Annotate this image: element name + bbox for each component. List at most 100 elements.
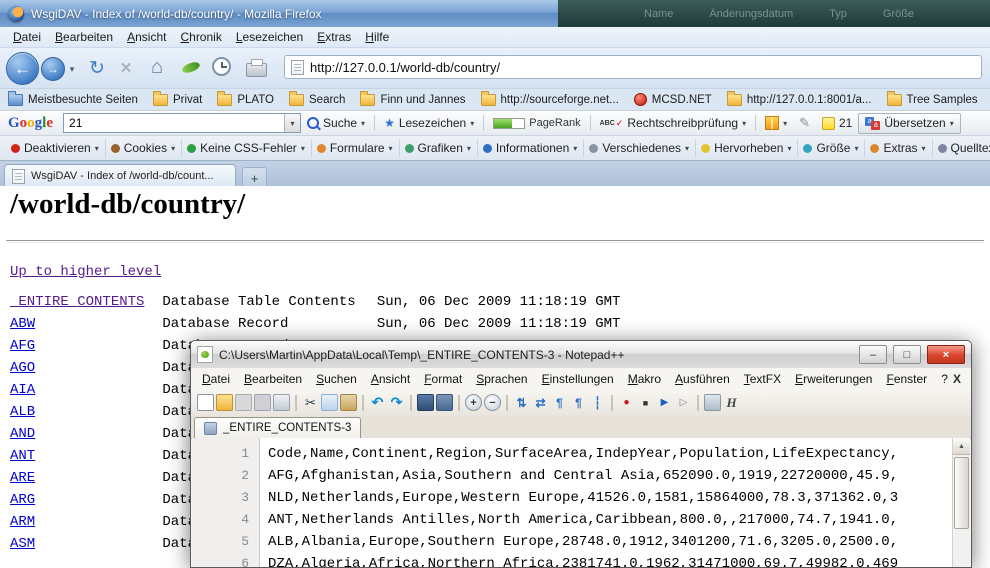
up-to-higher-level-link[interactable]: Up to higher level <box>10 264 161 280</box>
bookmark-item[interactable]: Privat <box>153 94 202 106</box>
menu-item[interactable]: Ansicht <box>120 28 173 46</box>
edit-button[interactable] <box>793 113 816 133</box>
menu-item[interactable]: Suchen <box>309 370 364 388</box>
bookmark-item[interactable]: Meistbesuchte Seiten <box>8 94 138 106</box>
editor-area[interactable]: 123456 Code,Name,Continent,Region,Surfac… <box>192 438 970 567</box>
show-all-characters-button[interactable]: ¶ <box>570 394 587 411</box>
new-file-button[interactable] <box>197 394 214 411</box>
entry-link[interactable]: AIA <box>10 382 154 398</box>
word-wrap-button[interactable]: ¶ <box>551 394 568 411</box>
entry-link[interactable]: ASM <box>10 536 154 552</box>
copy-button[interactable] <box>321 394 338 411</box>
entry-link[interactable]: AFG <box>10 338 154 354</box>
webdev-menu-item[interactable]: Hervorheben <box>696 139 798 157</box>
bookmark-item[interactable]: Search <box>289 94 345 106</box>
entry-link[interactable]: AGO <box>10 360 154 376</box>
close-document-button[interactable]: X <box>949 370 965 388</box>
menu-item[interactable]: Bearbeiten <box>237 370 309 388</box>
history-clock-button[interactable] <box>212 57 231 76</box>
webdev-menu-item[interactable]: Cookies <box>106 139 182 157</box>
highlight-counter-button[interactable]: 21 <box>816 113 858 133</box>
menu-item[interactable]: Bearbeiten <box>48 28 120 46</box>
sync-scroll-v-button[interactable]: ⇅ <box>513 394 530 411</box>
zoom-in-button[interactable]: + <box>465 394 482 411</box>
webdev-menu-item[interactable]: Keine CSS-Fehler <box>182 139 312 157</box>
webdev-menu-item[interactable]: Größe <box>798 139 865 157</box>
entry-link[interactable]: ALB <box>10 404 154 420</box>
bookmark-item[interactable]: http://sourceforge.net... <box>481 94 619 106</box>
menu-item[interactable]: Ansicht <box>364 370 417 388</box>
hex-editor-button[interactable]: H <box>723 394 740 411</box>
entry-link[interactable]: _ENTIRE_CONTENTS <box>10 294 154 310</box>
translate-button[interactable]: Übersetzen <box>858 113 960 134</box>
paste-button[interactable] <box>340 394 357 411</box>
google-bookmarks-button[interactable]: Lesezeichen <box>378 113 480 133</box>
find-button[interactable] <box>417 394 434 411</box>
scrollbar-thumb[interactable] <box>954 457 969 529</box>
run-macro-multiple-button[interactable]: ▷ <box>675 394 692 411</box>
bookmark-item[interactable]: Tree Samples <box>887 94 978 106</box>
home-button[interactable] <box>146 54 168 80</box>
webdev-menu-item[interactable]: Extras <box>865 139 932 157</box>
entry-link[interactable]: ARG <box>10 492 154 508</box>
entry-link[interactable]: ARM <box>10 514 154 530</box>
menu-item[interactable]: Extras <box>310 28 358 46</box>
indent-guide-button[interactable]: ┆ <box>589 394 606 411</box>
zoom-out-button[interactable]: − <box>484 394 501 411</box>
stop-macro-button[interactable]: ■ <box>637 394 654 411</box>
pagerank-widget[interactable]: PageRank <box>487 113 586 133</box>
bookmark-item[interactable]: http://127.0.0.1:8001/a... <box>727 94 872 106</box>
minimize-button[interactable] <box>859 345 887 364</box>
menu-item[interactable]: Datei <box>195 370 237 388</box>
document-monitor-button[interactable] <box>704 394 721 411</box>
notepadpp-titlebar[interactable]: C:\Users\Martin\AppData\Local\Temp\_ENTI… <box>191 341 971 369</box>
webdev-menu-item[interactable]: Deaktivieren <box>6 139 106 157</box>
open-file-button[interactable] <box>216 394 233 411</box>
gift-button[interactable] <box>759 113 793 133</box>
stop-button[interactable] <box>116 58 136 78</box>
redo-button[interactable]: ↷ <box>388 394 405 411</box>
save-button[interactable] <box>235 394 252 411</box>
cut-button[interactable]: ✂ <box>302 394 319 411</box>
menu-item[interactable]: Datei <box>6 28 48 46</box>
undo-button[interactable]: ↶ <box>369 394 386 411</box>
maximize-button[interactable] <box>893 345 921 364</box>
firefox-titlebar[interactable]: WsgiDAV - Index of /world-db/country/ - … <box>0 0 990 27</box>
menu-item[interactable]: TextFX <box>737 370 788 388</box>
entry-link[interactable]: ABW <box>10 316 154 332</box>
leaf-addon-button[interactable] <box>181 59 201 75</box>
sync-scroll-h-button[interactable]: ⇄ <box>532 394 549 411</box>
text-content[interactable]: Code,Name,Continent,Region,SurfaceArea,I… <box>260 438 952 567</box>
play-macro-button[interactable]: ▶ <box>656 394 673 411</box>
entry-link[interactable]: AND <box>10 426 154 442</box>
bookmark-item[interactable]: MCSD.NET <box>634 93 712 106</box>
google-search-button[interactable]: Suche <box>301 113 371 133</box>
menu-item[interactable]: Ausführen <box>668 370 737 388</box>
document-tab[interactable]: _ENTIRE_CONTENTS-3 <box>194 417 361 438</box>
save-all-button[interactable] <box>254 394 271 411</box>
print-button[interactable] <box>246 63 267 77</box>
menu-item[interactable]: Chronik <box>173 28 228 46</box>
close-button[interactable] <box>927 345 965 364</box>
webdev-menu-item[interactable]: Verschiedenes <box>584 139 696 157</box>
menu-item[interactable]: Erweiterungen <box>788 370 879 388</box>
replace-button[interactable] <box>436 394 453 411</box>
back-button[interactable] <box>6 52 39 85</box>
tab-wsgidav[interactable]: WsgiDAV - Index of /world-db/count... <box>4 164 236 187</box>
menu-item[interactable]: Fenster <box>879 370 934 388</box>
menu-item[interactable]: Einstellungen <box>535 370 621 388</box>
menu-item[interactable]: Format <box>417 370 469 388</box>
search-history-dropdown-icon[interactable] <box>284 114 300 132</box>
menu-item[interactable]: Sprachen <box>469 370 534 388</box>
reload-button[interactable] <box>86 56 108 80</box>
vertical-scrollbar[interactable] <box>952 438 970 567</box>
webdev-menu-item[interactable]: Informationen <box>478 139 584 157</box>
entry-link[interactable]: ANT <box>10 448 154 464</box>
menu-item[interactable]: Makro <box>621 370 668 388</box>
webdev-menu-item[interactable]: Grafiken <box>400 139 478 157</box>
location-bar[interactable]: http://127.0.0.1/world-db/country/ <box>284 55 982 79</box>
history-dropdown-icon[interactable] <box>66 63 78 75</box>
entry-link[interactable]: ARE <box>10 470 154 486</box>
spellcheck-button[interactable]: Rechtschreibprüfung <box>594 113 752 133</box>
google-search-input[interactable]: 21 <box>63 113 301 133</box>
